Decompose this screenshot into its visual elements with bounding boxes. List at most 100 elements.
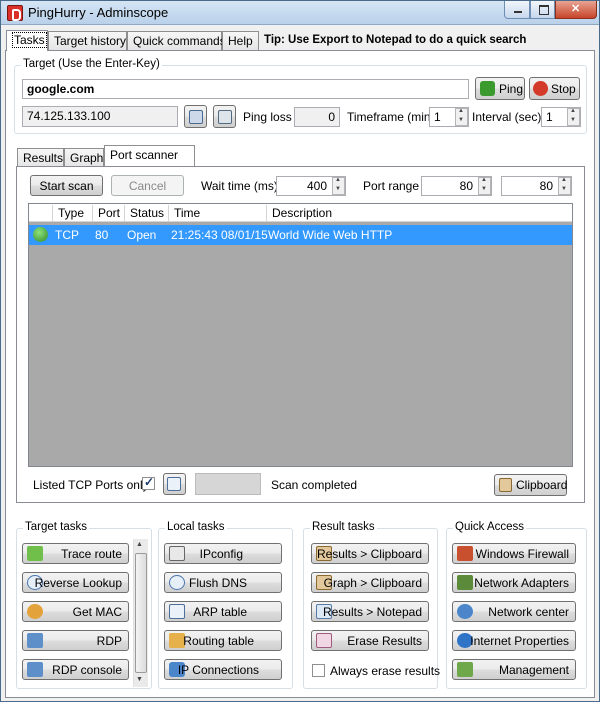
timeframe-label: Timeframe (min): [347, 110, 435, 124]
column-header-status[interactable]: Status: [130, 206, 164, 220]
calculator-button[interactable]: [184, 105, 207, 128]
tip-text: Tip: Use Export to Notepad to do a quick…: [264, 34, 527, 46]
port-range-label: Port range: [363, 179, 420, 193]
port-results-table[interactable]: Type Port Status Time Description TCP 80…: [28, 203, 573, 467]
port-list-button[interactable]: [163, 473, 186, 495]
tab-help[interactable]: Help: [222, 31, 259, 50]
target-ip-field: 74.125.133.100: [22, 106, 178, 127]
graph-clipboard-button[interactable]: Graph > Clipboard: [311, 572, 429, 593]
rdp-icon: [27, 633, 43, 648]
close-button[interactable]: [555, 1, 597, 19]
port-range-to-spinner[interactable]: [558, 177, 571, 195]
ping-button[interactable]: Ping: [475, 77, 525, 100]
clipboard-icon: [499, 478, 512, 492]
grid-icon: [167, 477, 181, 491]
start-scan-button[interactable]: Start scan: [30, 175, 103, 196]
cell-status: Open: [127, 228, 157, 242]
listed-tcp-checkbox[interactable]: [142, 475, 155, 490]
network-center-icon: [457, 604, 473, 619]
local-tasks-title: Local tasks: [165, 521, 227, 533]
cancel-button[interactable]: Cancel: [111, 175, 184, 196]
always-erase-label: Always erase results: [330, 664, 441, 678]
wait-time-label: Wait time (ms): [201, 179, 278, 193]
scroll-thumb[interactable]: [135, 553, 147, 673]
clipboard-button[interactable]: Clipboard: [494, 474, 567, 496]
column-header-type[interactable]: Type: [58, 206, 84, 220]
interval-spinner[interactable]: [567, 108, 580, 126]
ping-loss-label: Ping loss: [243, 110, 292, 124]
quick-access-title: Quick Access: [453, 521, 527, 533]
tab-graph[interactable]: Graph: [64, 148, 104, 166]
tab-results[interactable]: Results: [17, 148, 64, 166]
maximize-button[interactable]: [530, 1, 555, 19]
trace-route-button[interactable]: Trace route: [22, 543, 129, 564]
management-button[interactable]: Management: [452, 659, 576, 680]
tab-quick-commands[interactable]: Quick commands: [127, 31, 226, 50]
internet-properties-button[interactable]: Internet Properties: [452, 630, 576, 651]
column-header-time[interactable]: Time: [174, 206, 200, 220]
target-tasks-title: Target tasks: [23, 521, 89, 533]
network-card-icon: [218, 110, 232, 124]
port-range-from-spinner[interactable]: [478, 177, 491, 195]
target-tasks-scrollbar[interactable]: ▲ ▼: [133, 539, 148, 687]
trace-route-icon: [27, 546, 43, 561]
tab-target-history[interactable]: Target history: [48, 31, 127, 50]
arp-table-button[interactable]: ARP table: [164, 601, 282, 622]
calculator-icon: [189, 110, 203, 124]
table-row[interactable]: TCP 80 Open 21:25:43 08/01/15 World Wide…: [29, 225, 572, 245]
ping-loss-value: 0: [294, 107, 340, 127]
column-header-description[interactable]: Description: [272, 206, 332, 220]
scroll-down-icon[interactable]: ▼: [136, 676, 143, 683]
stop-icon: [533, 81, 548, 96]
cell-port: 80: [95, 228, 109, 242]
firewall-icon: [457, 546, 473, 561]
cell-type: TCP: [55, 228, 79, 242]
network-settings-button[interactable]: [213, 105, 236, 128]
eraser-icon: [316, 633, 332, 648]
listed-tcp-label: Listed TCP Ports only: [33, 478, 149, 492]
rdp-console-icon: [27, 662, 43, 677]
tab-tasks[interactable]: Tasks: [6, 30, 48, 51]
cell-time: 21:25:43 08/01/15: [171, 228, 268, 242]
get-mac-button[interactable]: Get MAC: [22, 601, 129, 622]
ipconfig-icon: [169, 546, 185, 561]
wait-time-spinner[interactable]: [332, 177, 345, 195]
routing-table-button[interactable]: Routing table: [164, 630, 282, 651]
network-adapters-button[interactable]: Network Adapters: [452, 572, 576, 593]
rdp-console-button[interactable]: RDP console: [22, 659, 129, 680]
minimize-button[interactable]: [504, 1, 530, 19]
column-header-port[interactable]: Port: [98, 206, 120, 220]
ip-connections-button[interactable]: IP Connections: [164, 659, 282, 680]
results-notepad-button[interactable]: Results > Notepad: [311, 601, 429, 622]
ping-icon: [480, 81, 495, 96]
interval-label: Interval (sec): [472, 110, 542, 124]
target-host-input[interactable]: google.com: [22, 79, 469, 99]
title-bar[interactable]: PingHurry - Adminscope: [1, 1, 599, 25]
app-window: PingHurry - Adminscope Tasks Target hist…: [0, 0, 600, 702]
flush-dns-button[interactable]: Flush DNS: [164, 572, 282, 593]
rdp-button[interactable]: RDP: [22, 630, 129, 651]
target-group-title: Target (Use the Enter-Key): [21, 58, 162, 70]
cell-description: World Wide Web HTTP: [268, 228, 393, 242]
scan-status-text: Scan completed: [271, 478, 358, 492]
flush-dns-icon: [169, 575, 185, 590]
erase-results-button[interactable]: Erase Results: [311, 630, 429, 651]
app-logo-icon: [7, 5, 23, 21]
reverse-lookup-button[interactable]: Reverse Lookup: [22, 572, 129, 593]
network-adapter-icon: [457, 575, 473, 590]
ipconfig-button[interactable]: IPconfig: [164, 543, 282, 564]
table-header: Type Port Status Time Description: [29, 204, 572, 222]
scan-progress-bar: [195, 473, 261, 495]
tab-port-scanner[interactable]: Port scanner: [104, 145, 195, 166]
result-tasks-title: Result tasks: [310, 521, 377, 533]
network-center-button[interactable]: Network center: [452, 601, 576, 622]
mac-icon: [27, 604, 43, 619]
timeframe-spinner[interactable]: [455, 108, 468, 126]
windows-firewall-button[interactable]: Windows Firewall: [452, 543, 576, 564]
arp-table-icon: [169, 604, 185, 619]
open-port-icon: [33, 227, 48, 242]
stop-button[interactable]: Stop: [529, 77, 580, 100]
scroll-up-icon[interactable]: ▲: [136, 541, 143, 548]
always-erase-checkbox[interactable]: [312, 664, 325, 677]
results-clipboard-button[interactable]: Results > Clipboard: [311, 543, 429, 564]
